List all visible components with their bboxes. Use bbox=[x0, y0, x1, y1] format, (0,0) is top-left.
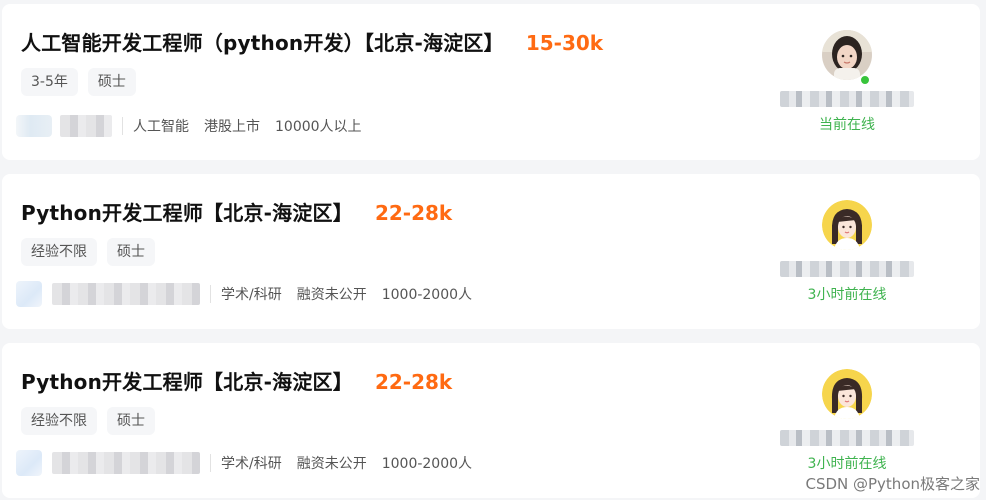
divider bbox=[210, 454, 211, 472]
company-industry: 人工智能 bbox=[133, 119, 189, 135]
divider bbox=[210, 285, 211, 303]
job-title-row: Python开发工程师【北京-海淀区】 22-28k bbox=[21, 197, 452, 226]
company-industry: 学术/科研 bbox=[221, 287, 282, 303]
job-title[interactable]: 人工智能开发工程师（python开发）【北京-海淀区】 bbox=[21, 27, 504, 56]
experience-tag: 经验不限 bbox=[21, 407, 97, 435]
online-indicator bbox=[859, 74, 871, 86]
company-financing: 融资未公开 bbox=[296, 287, 367, 303]
recruiter-status: 3小时前在线 bbox=[807, 456, 887, 472]
degree-tag: 硕士 bbox=[107, 407, 155, 435]
job-tags: 经验不限 硕士 bbox=[21, 238, 165, 266]
company-size: 10000人以上 bbox=[275, 119, 362, 135]
salary: 22-28k bbox=[374, 201, 453, 225]
recruiter-name-blurred[interactable] bbox=[780, 261, 914, 277]
recruiter-name-blurred[interactable] bbox=[780, 430, 914, 446]
company-name-blurred[interactable] bbox=[52, 283, 200, 305]
watermark: CSDN @Python极客之家 bbox=[805, 475, 980, 493]
degree-tag: 硕士 bbox=[87, 68, 136, 96]
company-financing: 融资未公开 bbox=[296, 456, 367, 472]
company-row[interactable]: 人工智能 港股上市 10000人以上 bbox=[16, 114, 377, 138]
job-tags: 3-5年 硕士 bbox=[21, 68, 146, 96]
company-name-blurred[interactable] bbox=[60, 115, 112, 137]
divider bbox=[122, 117, 123, 135]
recruiter-status: 3小时前在线 bbox=[807, 287, 887, 303]
company-industry: 学术/科研 bbox=[221, 456, 282, 472]
degree-tag: 硕士 bbox=[107, 238, 155, 266]
company-size: 1000-2000人 bbox=[381, 287, 473, 303]
company-size: 1000-2000人 bbox=[381, 456, 473, 472]
recruiter[interactable]: 3小时前在线 bbox=[778, 369, 916, 473]
recruiter[interactable]: 当前在线 bbox=[778, 30, 916, 134]
company-name-blurred[interactable] bbox=[52, 452, 200, 474]
company-financing: 港股上市 bbox=[204, 119, 260, 135]
company-row[interactable]: 学术/科研 融资未公开 1000-2000人 bbox=[16, 281, 487, 307]
job-card[interactable]: 人工智能开发工程师（python开发）【北京-海淀区】 15-30k 3-5年 … bbox=[2, 4, 980, 160]
recruiter[interactable]: 3小时前在线 bbox=[778, 200, 916, 304]
company-logo[interactable] bbox=[16, 115, 52, 137]
recruiter-avatar[interactable] bbox=[822, 200, 872, 250]
company-row[interactable]: 学术/科研 融资未公开 1000-2000人 bbox=[16, 450, 487, 476]
experience-tag: 3-5年 bbox=[21, 68, 78, 96]
recruiter-name-blurred[interactable] bbox=[780, 91, 914, 107]
job-title-row: 人工智能开发工程师（python开发）【北京-海淀区】 15-30k bbox=[21, 27, 603, 56]
job-card[interactable]: Python开发工程师【北京-海淀区】 22-28k 经验不限 硕士 学术/科研… bbox=[2, 174, 980, 329]
salary: 22-28k bbox=[374, 370, 453, 394]
job-title[interactable]: Python开发工程师【北京-海淀区】 bbox=[21, 197, 353, 226]
company-logo[interactable] bbox=[16, 281, 42, 307]
salary: 15-30k bbox=[525, 31, 604, 55]
job-title-row: Python开发工程师【北京-海淀区】 22-28k bbox=[21, 366, 452, 395]
experience-tag: 经验不限 bbox=[21, 238, 97, 266]
recruiter-status: 当前在线 bbox=[819, 117, 875, 133]
company-logo[interactable] bbox=[16, 450, 42, 476]
job-tags: 经验不限 硕士 bbox=[21, 407, 165, 435]
recruiter-avatar[interactable] bbox=[822, 369, 872, 419]
job-title[interactable]: Python开发工程师【北京-海淀区】 bbox=[21, 366, 353, 395]
recruiter-avatar[interactable] bbox=[822, 30, 872, 80]
